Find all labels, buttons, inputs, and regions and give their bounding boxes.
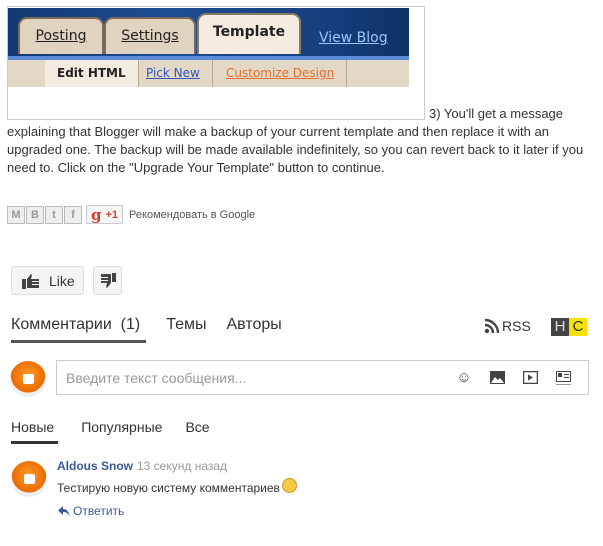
subtab-edit-html: Edit HTML	[45, 60, 139, 87]
reply-button[interactable]: Ответить	[58, 504, 124, 518]
tab-settings: Settings	[104, 17, 196, 54]
tab-comments[interactable]: Комментарии (1)	[11, 316, 147, 343]
subtab-pick-new: Pick New	[134, 60, 213, 87]
comment-input[interactable]: Введите текст сообщения... ☺	[56, 360, 589, 395]
comment-header: Aldous Snow 13 секунд назад	[57, 459, 227, 473]
rss-link[interactable]: RSS	[484, 318, 531, 334]
sort-newest[interactable]: Новые	[11, 419, 59, 444]
thumbs-down-icon	[100, 272, 116, 288]
comment-author[interactable]: Aldous Snow	[57, 459, 133, 473]
comment-time[interactable]: 13 секунд назад	[137, 459, 227, 473]
tab-topics[interactable]: Темы	[166, 316, 206, 343]
sort-all[interactable]: Все	[185, 419, 209, 444]
like-button[interactable]: Like	[11, 266, 84, 295]
video-icon[interactable]	[522, 370, 538, 386]
tab-authors[interactable]: Авторы	[227, 316, 282, 343]
reply-icon	[58, 505, 70, 516]
dislike-button[interactable]	[93, 266, 122, 295]
current-user-avatar	[10, 361, 46, 397]
facebook-icon[interactable]: f	[64, 205, 82, 224]
smiley-icon	[281, 477, 297, 493]
sort-tabs: Новые Популярные Все	[11, 419, 233, 444]
thumbs-up-icon	[22, 273, 39, 289]
image-icon[interactable]	[489, 370, 505, 386]
tab-posting: Posting	[18, 17, 104, 54]
comment-author-avatar	[11, 461, 47, 497]
comment-text: Тестирую новую систему комментариев	[57, 477, 297, 495]
gplus-button[interactable]: g +1	[86, 205, 124, 224]
gplus-icon: g	[91, 205, 102, 224]
sort-popular[interactable]: Популярные	[81, 419, 162, 444]
email-icon[interactable]: M	[7, 205, 25, 224]
subtab-customize-design: Customize Design	[214, 60, 348, 87]
recommend-text: Рекомендовать в Google	[129, 208, 256, 221]
code-block-icon[interactable]	[555, 370, 571, 386]
rss-icon	[484, 318, 500, 334]
blogger-icon[interactable]: B	[26, 205, 44, 224]
tab-template: Template	[197, 13, 301, 54]
template-subnav: Edit HTML Pick New Customize Design	[8, 60, 409, 87]
article-paragraph: 3) You'll get a message explaining that …	[7, 106, 584, 175]
emoji-icon[interactable]: ☺	[456, 369, 472, 386]
view-blog-link: View Blog	[319, 30, 388, 46]
high-contrast-toggle[interactable]: H C	[551, 318, 587, 336]
comments-nav: Комментарии (1) Темы Авторы	[11, 316, 302, 343]
share-bar: M B t f g +1 Рекомендовать в Google	[7, 205, 255, 224]
twitter-icon[interactable]: t	[45, 205, 63, 224]
